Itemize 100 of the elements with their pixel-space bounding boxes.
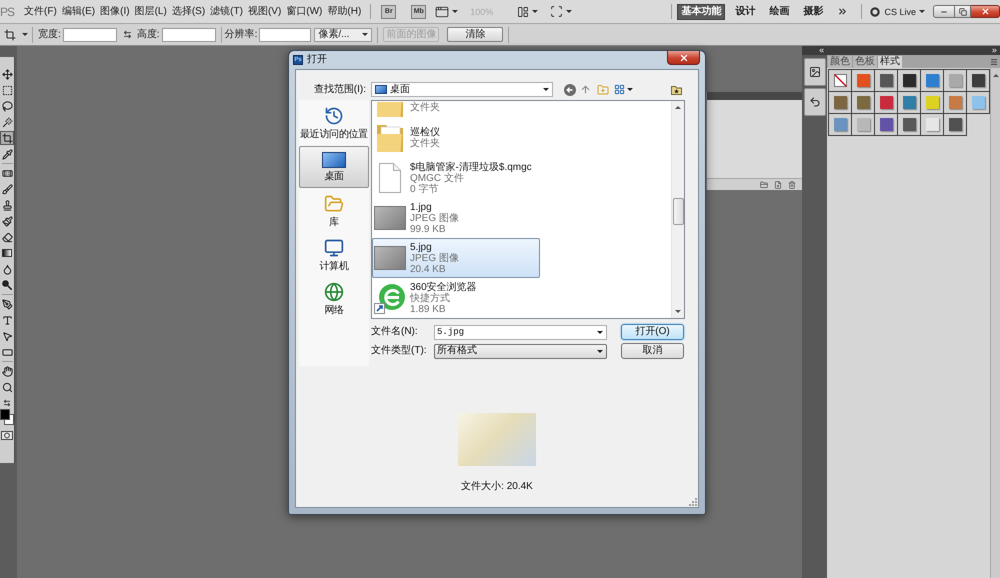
menu-item[interactable]: 窗口(W) [286, 4, 322, 20]
height-field[interactable] [162, 28, 216, 42]
place-item[interactable]: 库 [299, 190, 369, 232]
place-item[interactable]: 桌面 [299, 146, 369, 188]
cs-live-button[interactable]: CS Live [870, 6, 925, 18]
close-button[interactable] [971, 5, 1000, 18]
menu-item[interactable]: 图层(L) [134, 4, 167, 20]
folder-icon[interactable] [760, 180, 768, 188]
tool-button[interactable] [0, 278, 14, 292]
style-preset-button[interactable] [944, 92, 967, 114]
menu-item[interactable]: 帮助(H) [327, 4, 362, 20]
view-menu-button[interactable] [614, 84, 633, 95]
tool-button[interactable] [0, 364, 14, 378]
restore-button[interactable] [955, 5, 971, 18]
file-name-field[interactable]: 5.jpg [434, 324, 607, 340]
close-button[interactable] [667, 51, 700, 65]
style-preset-button[interactable] [852, 92, 875, 114]
dialog-button[interactable]: 取消 [621, 343, 684, 359]
width-field[interactable] [62, 28, 117, 42]
style-preset-button[interactable] [967, 70, 990, 92]
screen-button[interactable] [550, 5, 572, 18]
tool-button[interactable] [0, 99, 14, 113]
swap-arrows-icon[interactable] [3, 399, 11, 407]
screen-mode-button[interactable] [435, 4, 458, 18]
double-chevron-right-icon[interactable] [837, 6, 848, 17]
tool-button[interactable] [0, 115, 14, 129]
style-preset-button[interactable] [829, 70, 852, 92]
scrollbar-thumb[interactable] [672, 198, 684, 225]
swap-arrows-icon[interactable] [122, 30, 132, 39]
file-item[interactable]: 1.jpg JPEG 图像 99.9 KB [372, 198, 540, 238]
style-preset-button[interactable] [921, 92, 944, 114]
menu-item[interactable]: 视图(V) [248, 4, 282, 20]
style-preset-button[interactable] [944, 114, 967, 136]
menu-item[interactable]: 选择(S) [172, 4, 206, 20]
file-item[interactable]: $电脑管家-清理垃圾$.qmgc QMGC 文件 0 字节 [372, 158, 540, 198]
style-preset-button[interactable] [875, 92, 898, 114]
tool-button[interactable] [0, 67, 14, 81]
minimize-button[interactable] [933, 5, 955, 18]
new-page-icon[interactable] [774, 180, 782, 188]
file-item[interactable]: 5.jpg JPEG 图像 20.4 KB [372, 238, 540, 278]
quick-mask-icon[interactable] [1, 431, 13, 440]
tool-button[interactable] [0, 297, 14, 311]
style-preset-button[interactable] [921, 70, 944, 92]
style-preset-button[interactable] [852, 114, 875, 136]
unit-dropdown[interactable]: 像素/... [314, 28, 372, 42]
tool-button[interactable] [0, 380, 14, 394]
file-type-label: 文件类型(T): [371, 345, 428, 357]
tool-button[interactable] [0, 131, 14, 145]
option-button[interactable]: 清除 [447, 27, 504, 42]
tool-button[interactable] [0, 214, 14, 228]
file-type-dropdown[interactable]: 所有格式 [434, 344, 607, 358]
style-preset-button[interactable] [852, 70, 875, 92]
workspace-tab[interactable]: 摄影 [799, 4, 828, 20]
file-item[interactable]: 文件夹 [372, 101, 540, 118]
panel-menu-icon[interactable] [990, 58, 998, 66]
tool-button[interactable] [0, 246, 14, 260]
up-arrow-icon[interactable] [580, 84, 591, 95]
style-preset-button[interactable] [875, 70, 898, 92]
style-preset-button[interactable] [829, 92, 852, 114]
tool-button[interactable] [0, 83, 14, 97]
folder-star-icon[interactable] [671, 84, 682, 94]
double-chevron-left-icon[interactable] [818, 47, 825, 54]
menu-item[interactable]: 图像(I) [100, 4, 130, 20]
style-preset-button[interactable] [898, 70, 921, 92]
panel-tab[interactable]: 色板 [853, 56, 878, 68]
style-preset-button[interactable] [921, 114, 944, 136]
menu-item[interactable]: 编辑(E) [62, 4, 96, 20]
tool-button[interactable] [0, 147, 14, 161]
menu-item[interactable]: 滤镜(T) [210, 4, 243, 20]
workspace-tab[interactable]: 绘画 [765, 4, 794, 20]
panel-button[interactable] [804, 58, 826, 86]
place-item[interactable]: 计算机 [299, 234, 369, 276]
arrange-button[interactable] [517, 6, 538, 18]
menu-item[interactable]: 文件(F) [24, 4, 57, 20]
file-item[interactable]: 360安全浏览器 快捷方式 1.89 KB [372, 278, 540, 318]
style-preset-button[interactable] [967, 92, 990, 114]
back-arrow-icon[interactable] [564, 84, 576, 96]
resize-grip-icon[interactable] [689, 498, 697, 506]
tool-button[interactable] [0, 230, 14, 244]
dialog-button[interactable]: 打开(O) [621, 324, 684, 340]
place-item[interactable]: 最近访问的位置 [299, 102, 369, 144]
style-preset-button[interactable] [898, 92, 921, 114]
color-swatches-icon[interactable] [0, 409, 14, 425]
panel-tab[interactable]: 样式 [878, 56, 902, 68]
style-preset-button[interactable] [829, 114, 852, 136]
file-item[interactable]: 巡检仪 文件夹 [372, 118, 540, 158]
place-item[interactable]: 网络 [299, 278, 369, 320]
style-preset-button[interactable] [944, 70, 967, 92]
style-preset-button[interactable] [875, 114, 898, 136]
panel-tab[interactable]: 颜色 [828, 56, 853, 68]
tool-preset-button[interactable] [4, 28, 28, 40]
look-in-dropdown[interactable]: 桌面 [371, 82, 553, 97]
panel-button[interactable] [804, 88, 826, 116]
tool-button[interactable] [0, 182, 14, 196]
workspace-tab[interactable]: 基本功能 [677, 4, 726, 20]
resolution-field[interactable] [259, 28, 312, 42]
double-chevron-right-icon[interactable] [991, 47, 998, 54]
style-preset-button[interactable] [898, 114, 921, 136]
trash-icon[interactable] [788, 180, 796, 188]
workspace-tab[interactable]: 设计 [731, 4, 760, 20]
